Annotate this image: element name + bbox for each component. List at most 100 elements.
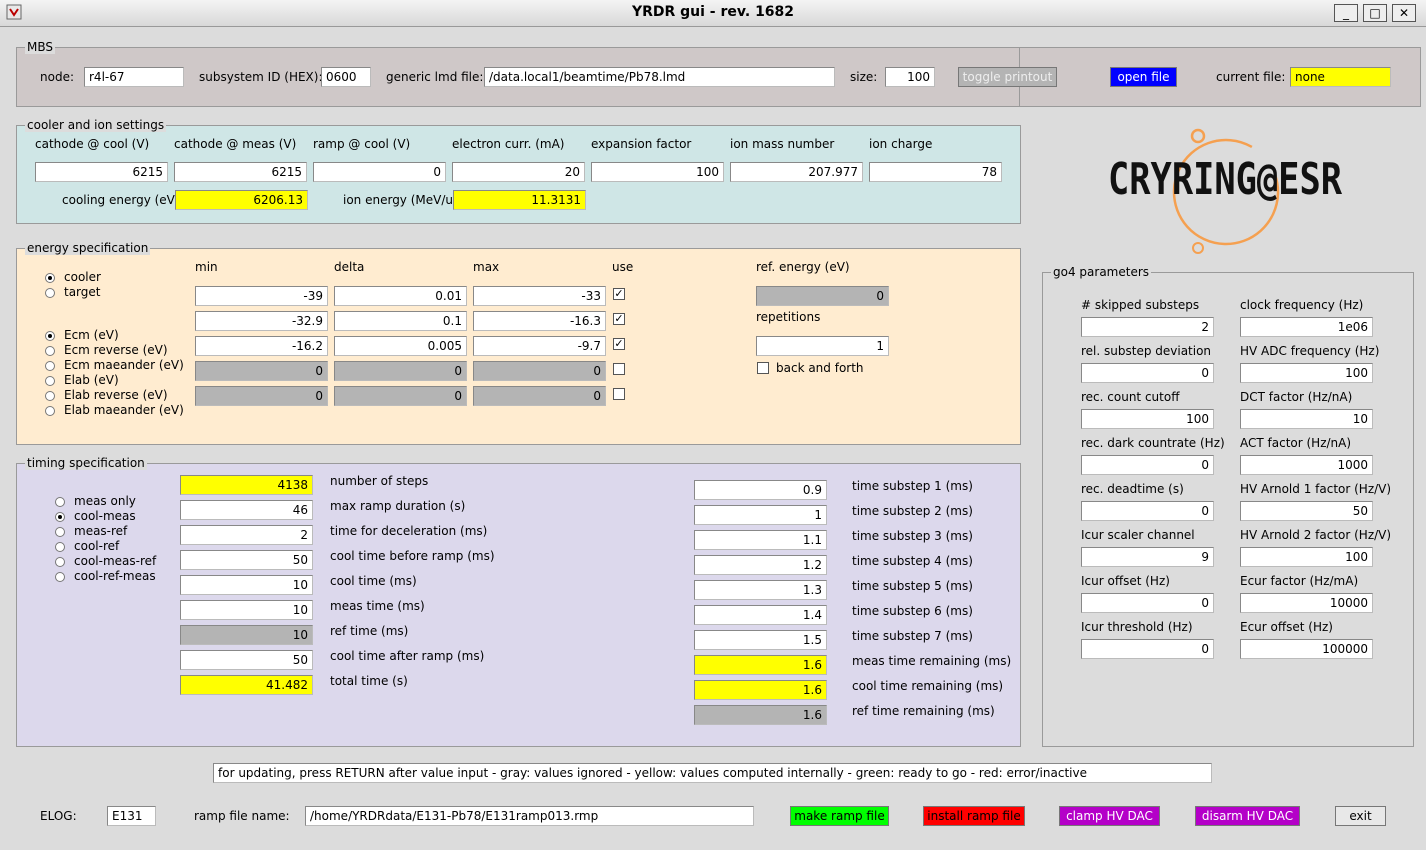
substep-7-input[interactable]: 1.5 — [694, 630, 827, 650]
ramp-file-input[interactable]: /home/YRDRdata/E131-Pb78/E131ramp013.rmp — [305, 806, 754, 826]
go4-right-input-5[interactable]: 50 — [1240, 501, 1373, 521]
ion-mass-input[interactable]: 207.977 — [730, 162, 863, 182]
energy-delta-4[interactable]: 0 — [334, 361, 467, 381]
energy-use-3-checkbox[interactable]: ✓ — [613, 338, 625, 350]
disarm-hv-dac-button[interactable]: disarm HV DAC — [1195, 806, 1300, 826]
ion-charge-input[interactable]: 78 — [869, 162, 1002, 182]
energy-max-3[interactable]: -9.7 — [473, 336, 606, 356]
energy-use-4-checkbox[interactable] — [613, 363, 625, 375]
cool-after-ramp-input[interactable]: 50 — [180, 650, 313, 670]
substep-4-label: time substep 4 (ms) — [852, 554, 973, 568]
elab-maeander-radio[interactable] — [45, 406, 55, 416]
go4-left-input-8[interactable]: 0 — [1081, 639, 1214, 659]
energy-max-4[interactable]: 0 — [473, 361, 606, 381]
go4-left-input-6[interactable]: 9 — [1081, 547, 1214, 567]
go4-right-input-3[interactable]: 10 — [1240, 409, 1373, 429]
size-input[interactable]: 100 — [885, 67, 935, 87]
target-radio-label: target — [64, 285, 101, 299]
energy-max-1[interactable]: -33 — [473, 286, 606, 306]
substep-5-input[interactable]: 1.3 — [694, 580, 827, 600]
go4-left-input-4[interactable]: 0 — [1081, 455, 1214, 475]
cool-meas-ref-radio[interactable] — [55, 557, 65, 567]
energy-use-1-checkbox[interactable]: ✓ — [613, 288, 625, 300]
substep-2-input[interactable]: 1 — [694, 505, 827, 525]
clamp-hv-dac-button[interactable]: clamp HV DAC — [1059, 806, 1160, 826]
go4-right-label-6: HV Arnold 2 factor (Hz/V) — [1240, 528, 1392, 542]
toggle-printout-button[interactable]: toggle printout — [958, 67, 1057, 87]
ramp-cool-input[interactable]: 0 — [313, 162, 446, 182]
elab-radio[interactable] — [45, 376, 55, 386]
cool-meas-radio[interactable] — [55, 512, 65, 522]
energy-min-2[interactable]: -32.9 — [195, 311, 328, 331]
go4-left-input-3[interactable]: 100 — [1081, 409, 1214, 429]
energy-delta-3[interactable]: 0.005 — [334, 336, 467, 356]
substep-2-label: time substep 2 (ms) — [852, 504, 973, 518]
go4-left-input-1[interactable]: 2 — [1081, 317, 1214, 337]
substep-1-input[interactable]: 0.9 — [694, 480, 827, 500]
go4-right-input-4[interactable]: 1000 — [1240, 455, 1373, 475]
max-ramp-duration-input[interactable]: 46 — [180, 500, 313, 520]
energy-use-5-checkbox[interactable] — [613, 388, 625, 400]
go4-right-input-2[interactable]: 100 — [1240, 363, 1373, 383]
cool-ref-radio[interactable] — [55, 542, 65, 552]
energy-max-2[interactable]: -16.3 — [473, 311, 606, 331]
energy-delta-1[interactable]: 0.01 — [334, 286, 467, 306]
close-button[interactable]: ✕ — [1392, 4, 1416, 22]
ecm-reverse-radio[interactable] — [45, 346, 55, 356]
subsystem-label: subsystem ID (HEX): — [199, 70, 323, 84]
maximize-button[interactable]: □ — [1363, 4, 1387, 22]
substep-6-input[interactable]: 1.4 — [694, 605, 827, 625]
substep-4-input[interactable]: 1.2 — [694, 555, 827, 575]
cryring-logo: CRYRING@ESR — [1100, 122, 1350, 257]
cooler-radio[interactable] — [45, 273, 55, 283]
lmd-input[interactable]: /data.local1/beamtime/Pb78.lmd — [484, 67, 835, 87]
cathode-cool-input[interactable]: 6215 — [35, 162, 168, 182]
back-forth-checkbox[interactable] — [757, 362, 769, 374]
ref-time-input[interactable]: 10 — [180, 625, 313, 645]
repetitions-input[interactable]: 1 — [756, 336, 889, 356]
meas-only-radio[interactable] — [55, 497, 65, 507]
minimize-button[interactable]: _ — [1334, 4, 1358, 22]
deceleration-time-input[interactable]: 2 — [180, 525, 313, 545]
ref-energy-input[interactable]: 0 — [756, 286, 889, 306]
meas-time-input[interactable]: 10 — [180, 600, 313, 620]
cool-before-ramp-input[interactable]: 50 — [180, 550, 313, 570]
cooler-header-4: expansion factor — [591, 137, 692, 151]
target-radio[interactable] — [45, 288, 55, 298]
energy-min-1[interactable]: -39 — [195, 286, 328, 306]
cathode-meas-input[interactable]: 6215 — [174, 162, 307, 182]
make-ramp-file-button[interactable]: make ramp file — [790, 806, 889, 826]
open-file-button[interactable]: open file — [1110, 67, 1177, 87]
energy-min-3[interactable]: -16.2 — [195, 336, 328, 356]
cool-time-input[interactable]: 10 — [180, 575, 313, 595]
go4-right-input-6[interactable]: 100 — [1240, 547, 1373, 567]
meas-ref-radio[interactable] — [55, 527, 65, 537]
ecm-maeander-radio[interactable] — [45, 361, 55, 371]
electron-current-input[interactable]: 20 — [452, 162, 585, 182]
go4-left-input-7[interactable]: 0 — [1081, 593, 1214, 613]
elab-reverse-radio[interactable] — [45, 391, 55, 401]
go4-left-input-2[interactable]: 0 — [1081, 363, 1214, 383]
substep-1-label: time substep 1 (ms) — [852, 479, 973, 493]
energy-delta-2[interactable]: 0.1 — [334, 311, 467, 331]
energy-max-5[interactable]: 0 — [473, 386, 606, 406]
install-ramp-file-button[interactable]: install ramp file — [923, 806, 1025, 826]
elog-input[interactable]: E131 — [107, 806, 156, 826]
node-input[interactable]: r4l-67 — [84, 67, 184, 87]
go4-right-input-8[interactable]: 100000 — [1240, 639, 1373, 659]
go4-left-input-5[interactable]: 0 — [1081, 501, 1214, 521]
cool-ref-meas-radio[interactable] — [55, 572, 65, 582]
col-min: min — [195, 260, 218, 274]
ecm-radio[interactable] — [45, 331, 55, 341]
go4-right-input-7[interactable]: 10000 — [1240, 593, 1373, 613]
energy-min-4[interactable]: 0 — [195, 361, 328, 381]
current-file-value: none — [1290, 67, 1391, 87]
subsystem-input[interactable]: 0600 — [321, 67, 371, 87]
exit-button[interactable]: exit — [1335, 806, 1386, 826]
expansion-factor-input[interactable]: 100 — [591, 162, 724, 182]
go4-right-input-1[interactable]: 1e06 — [1240, 317, 1373, 337]
energy-min-5[interactable]: 0 — [195, 386, 328, 406]
energy-use-2-checkbox[interactable]: ✓ — [613, 313, 625, 325]
energy-delta-5[interactable]: 0 — [334, 386, 467, 406]
substep-3-input[interactable]: 1.1 — [694, 530, 827, 550]
